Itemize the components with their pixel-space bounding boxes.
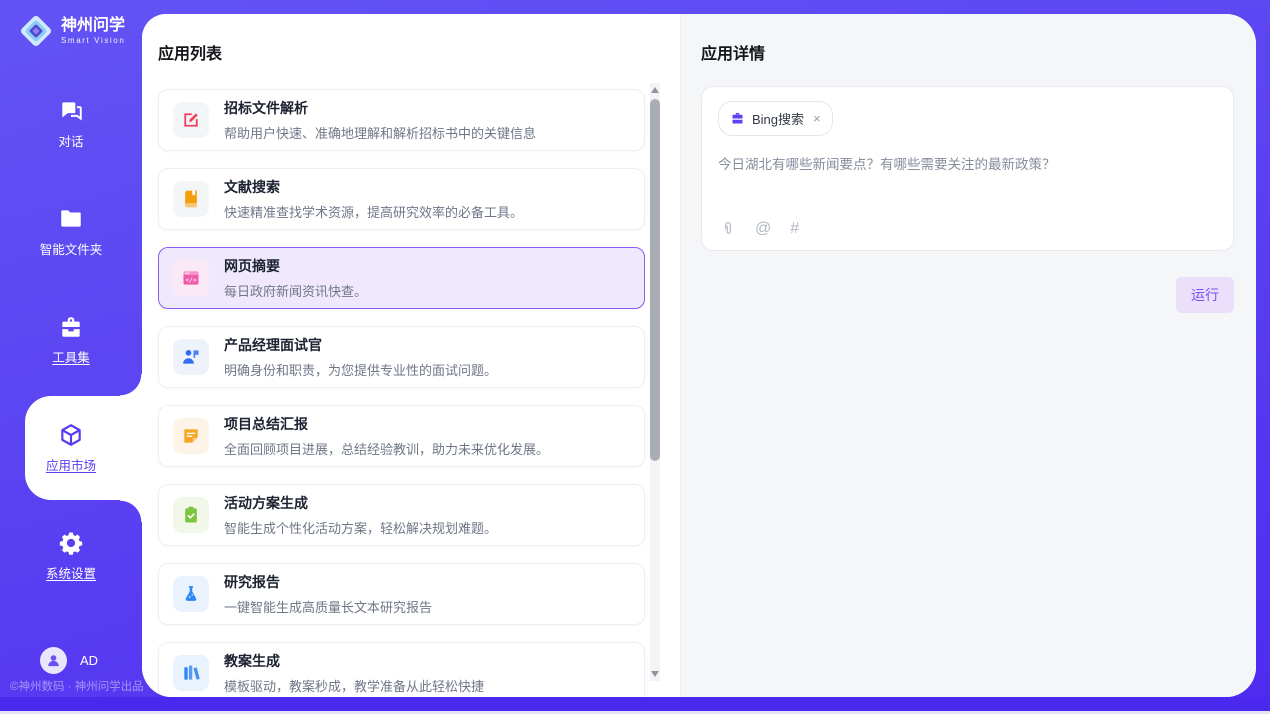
query-text[interactable]: 今日湖北有哪些新闻要点？有哪些需要关注的最新政策？ <box>718 153 1217 173</box>
sidebar-nav: 对话 智能文件夹 工具集 应用市场 系统设置 <box>0 98 142 582</box>
active-item-bubble <box>25 396 142 500</box>
app-card-title: 项目总结汇报 <box>224 414 549 434</box>
avatar[interactable] <box>40 647 67 674</box>
app-card-texts: 招标文件解析 帮助用户快速、准确地理解和解析招标书中的关键信息 <box>224 98 536 142</box>
brand-text: 神州问学 Smart Vision <box>61 17 125 44</box>
app-card-texts: 研究报告 一键智能生成高质量长文本研究报告 <box>224 572 432 616</box>
sidebar-item-label: 系统设置 <box>46 563 96 582</box>
bottom-bar <box>0 697 1270 711</box>
app-card[interactable]: 招标文件解析 帮助用户快速、准确地理解和解析招标书中的关键信息 <box>158 89 645 151</box>
scrollbar-thumb[interactable] <box>650 99 660 461</box>
cube-icon <box>58 422 84 448</box>
app-card-desc: 快速精准查找学术资源，提高研究效率的必备工具。 <box>224 202 523 221</box>
sidebar-item-app-market[interactable]: 应用市场 <box>0 422 142 474</box>
clipboard-check-icon <box>173 497 209 533</box>
app-card[interactable]: 文献搜索 快速精准查找学术资源，提高研究效率的必备工具。 <box>158 168 645 230</box>
sidebar-item-toolset[interactable]: 工具集 <box>0 314 142 366</box>
main-content: 应用列表 招标文件解析 帮助用户快速、准确地理解和解析招标书中的关键信息 文献搜… <box>142 14 1256 697</box>
app-card-texts: 产品经理面试官 明确身份和职责，为您提供专业性的面试问题。 <box>224 335 497 379</box>
app-card-title: 活动方案生成 <box>224 493 497 513</box>
app-detail-panel: 应用详情 Bing搜索 × 今日湖北有哪些新闻要点？有哪些需要关注的最新政策？ … <box>680 14 1256 697</box>
hash-icon[interactable]: # <box>790 221 799 237</box>
svg-text:</>: </> <box>185 277 197 284</box>
app-card-title: 教案生成 <box>224 651 484 671</box>
app-card-title: 网页摘要 <box>224 256 367 276</box>
app-card-title: 招标文件解析 <box>224 98 536 118</box>
chat-icon <box>58 98 84 124</box>
app-card-desc: 模板驱动，教案秒成，教学准备从此轻松快捷 <box>224 676 484 695</box>
app-list-panel: 应用列表 招标文件解析 帮助用户快速、准确地理解和解析招标书中的关键信息 文献搜… <box>142 14 680 697</box>
app-card-texts: 教案生成 模板驱动，教案秒成，教学准备从此轻松快捷 <box>224 651 484 695</box>
at-mention-icon[interactable]: @ <box>755 221 771 237</box>
app-card-desc: 每日政府新闻资讯快查。 <box>224 281 367 300</box>
tool-chip-label: Bing搜索 <box>752 109 804 128</box>
run-row: 运行 <box>701 277 1234 313</box>
toolbox-icon <box>58 314 84 340</box>
app-card-desc: 智能生成个性化活动方案，轻松解决规划难题。 <box>224 518 497 537</box>
copyright-footer: ©神州数码 · 神州问学出品 <box>10 678 144 694</box>
app-card-title: 产品经理面试官 <box>224 335 497 355</box>
sidebar-item-label: 对话 <box>58 131 83 150</box>
brand-logo: 神州问学 Smart Vision <box>0 0 142 49</box>
scroll-down-icon[interactable] <box>651 671 659 677</box>
app-card-desc: 明确身份和职责，为您提供专业性的面试问题。 <box>224 360 497 379</box>
book-icon <box>173 181 209 217</box>
sidebar-item-smart-folder[interactable]: 智能文件夹 <box>0 206 142 258</box>
query-input-card[interactable]: Bing搜索 × 今日湖北有哪些新闻要点？有哪些需要关注的最新政策？ @ # <box>701 86 1234 251</box>
sidebar: 神州问学 Smart Vision 对话 智能文件夹 工具集 应用市场 系统设置… <box>0 0 142 711</box>
brand-subtitle: Smart Vision <box>61 36 125 45</box>
gear-icon <box>58 530 84 556</box>
input-toolbar: @ # <box>720 221 799 237</box>
chip-close-icon[interactable]: × <box>813 112 821 125</box>
app-card-desc: 帮助用户快速、准确地理解和解析招标书中的关键信息 <box>224 123 536 142</box>
note-icon <box>173 418 209 454</box>
app-list-title: 应用列表 <box>158 40 680 64</box>
paperclip-icon[interactable] <box>720 221 736 237</box>
app-card-texts: 活动方案生成 智能生成个性化活动方案，轻松解决规划难题。 <box>224 493 497 537</box>
browser-code-icon: </> <box>173 260 209 296</box>
briefcase-icon <box>730 111 745 126</box>
sidebar-item-label: 工具集 <box>52 347 90 366</box>
edit-square-icon <box>173 102 209 138</box>
interviewer-icon <box>173 339 209 375</box>
scroll-up-icon[interactable] <box>651 87 659 93</box>
app-card-desc: 一键智能生成高质量长文本研究报告 <box>224 597 432 616</box>
app-card[interactable]: 项目总结汇报 全面回顾项目进展，总结经验教训，助力未来优化发展。 <box>158 405 645 467</box>
app-card[interactable]: 研究报告 一键智能生成高质量长文本研究报告 <box>158 563 645 625</box>
app-card-texts: 项目总结汇报 全面回顾项目进展，总结经验教训，助力未来优化发展。 <box>224 414 549 458</box>
run-button[interactable]: 运行 <box>1176 277 1234 313</box>
app-card-list: 招标文件解析 帮助用户快速、准确地理解和解析招标书中的关键信息 文献搜索 快速精… <box>158 89 645 697</box>
sidebar-item-system-settings[interactable]: 系统设置 <box>0 530 142 582</box>
sidebar-item-chat[interactable]: 对话 <box>0 98 142 150</box>
app-card-desc: 全面回顾项目进展，总结经验教训，助力未来优化发展。 <box>224 439 549 458</box>
brand-name: 神州问学 <box>61 17 125 35</box>
app-card-title: 研究报告 <box>224 572 432 592</box>
sidebar-item-label: 智能文件夹 <box>40 239 103 258</box>
flask-icon <box>173 576 209 612</box>
books-icon <box>173 655 209 691</box>
app-card-texts: 网页摘要 每日政府新闻资讯快查。 <box>224 256 367 300</box>
app-card[interactable]: </> 网页摘要 每日政府新闻资讯快查。 <box>158 247 645 309</box>
app-card[interactable]: 活动方案生成 智能生成个性化活动方案，轻松解决规划难题。 <box>158 484 645 546</box>
app-card[interactable]: 教案生成 模板驱动，教案秒成，教学准备从此轻松快捷 <box>158 642 645 697</box>
folder-icon <box>58 206 84 232</box>
app-card-texts: 文献搜索 快速精准查找学术资源，提高研究效率的必备工具。 <box>224 177 523 221</box>
tool-chip-bing-search[interactable]: Bing搜索 × <box>718 101 833 136</box>
diamond-logo-icon <box>18 13 54 49</box>
app-card-title: 文献搜索 <box>224 177 523 197</box>
user-area: AD <box>0 647 142 674</box>
app-detail-title: 应用详情 <box>701 40 1234 64</box>
scrollbar[interactable] <box>650 83 660 681</box>
user-label: AD <box>80 653 98 668</box>
app-card[interactable]: 产品经理面试官 明确身份和职责，为您提供专业性的面试问题。 <box>158 326 645 388</box>
sidebar-item-label: 应用市场 <box>46 455 96 474</box>
